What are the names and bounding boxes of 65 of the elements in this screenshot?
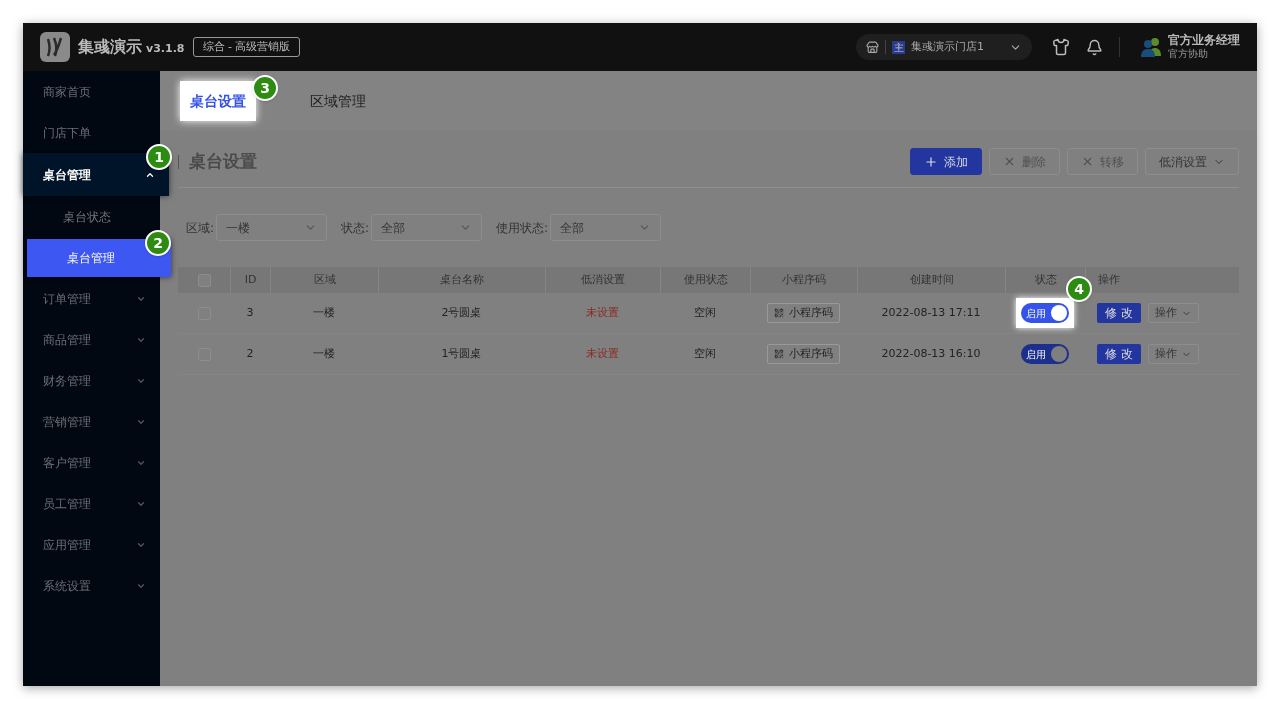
store-name: 集彧演示门店1: [911, 38, 985, 55]
sidebar-item[interactable]: 商品管理: [23, 319, 160, 360]
version-label: v3.1.8: [146, 40, 185, 57]
edit-button[interactable]: 修 改: [1097, 303, 1141, 323]
sidebar-item[interactable]: 营销管理: [23, 401, 160, 442]
table-cell-text: 2022-08-13 16:10: [880, 345, 982, 362]
table-cell-text: 空闲: [693, 304, 717, 321]
tab[interactable]: 桌台设置: [180, 81, 256, 121]
table-cell-text: 一楼: [312, 304, 336, 321]
edit-button[interactable]: 修 改: [1097, 344, 1141, 364]
store-selector[interactable]: 主 集彧演示门店1: [856, 34, 1032, 60]
table-cell-text: 2: [245, 345, 255, 362]
qr-code-icon: [774, 308, 784, 318]
tab[interactable]: 区域管理: [300, 81, 376, 121]
sidebar-item[interactable]: 应用管理: [23, 524, 160, 565]
filter-select[interactable]: 全部: [371, 214, 483, 241]
filter-label: 状态:: [341, 219, 370, 237]
sidebar-item[interactable]: 商家首页: [23, 71, 160, 112]
table-cell-text: 1号圆桌: [440, 345, 483, 362]
actions-dropdown[interactable]: 操作: [1147, 344, 1199, 364]
sidebar-item[interactable]: 客户管理: [23, 442, 160, 483]
table-cell-text: 3: [245, 304, 255, 321]
table-cell-text: 未设置: [585, 304, 620, 321]
table-cell-text: 未设置: [585, 345, 620, 362]
close-icon: [1081, 155, 1094, 168]
logo-icon: [40, 32, 70, 62]
close-icon: [1003, 155, 1016, 168]
sidebar-item[interactable]: 员工管理: [23, 483, 160, 524]
table-cell-text: 2号圆桌: [440, 304, 483, 321]
column-header: 使用状态: [660, 267, 750, 293]
sidebar-item[interactable]: 财务管理: [23, 360, 160, 401]
dropdown-button[interactable]: 低消设置: [1145, 148, 1239, 175]
column-header: 创建时间: [857, 267, 1005, 293]
filter-label: 区域:: [186, 219, 215, 237]
column-header: ID: [230, 267, 270, 293]
column-header: 低消设置: [545, 267, 660, 293]
qr-code-button[interactable]: 小程序码: [767, 303, 840, 323]
column-header: 区域: [270, 267, 378, 293]
bell-icon[interactable]: [1086, 38, 1103, 56]
qr-code-button[interactable]: 小程序码: [767, 344, 840, 364]
table-cell-text: 一楼: [312, 345, 336, 362]
actions-dropdown[interactable]: 操作: [1147, 303, 1199, 323]
filter-label: 使用状态:: [496, 219, 549, 237]
table-cell-text: 2022-08-13 17:11: [880, 304, 982, 321]
column-header: 桌台名称: [378, 267, 545, 293]
main-store-badge: 主: [892, 40, 905, 54]
plus-icon: [924, 154, 938, 169]
user-name[interactable]: 官方业务经理: [1168, 33, 1240, 49]
edition-badge: 综合 - 高级营销版: [192, 37, 301, 57]
status-toggle[interactable]: 启用: [1021, 344, 1069, 364]
shirt-icon[interactable]: [1052, 38, 1070, 56]
sidebar-item[interactable]: 系统设置: [23, 565, 160, 606]
table-cell-text: 空闲: [693, 345, 717, 362]
store-icon: [866, 40, 879, 54]
user-role: 官方协助: [1168, 48, 1209, 61]
step-badge: 3: [252, 75, 278, 101]
qr-code-icon: [774, 349, 784, 359]
filter-select[interactable]: 全部: [550, 214, 662, 241]
status-toggle[interactable]: 启用: [1021, 303, 1069, 323]
brand-name: 集彧演示: [78, 36, 142, 58]
sidebar-item[interactable]: 订单管理: [23, 278, 160, 319]
add-button[interactable]: 添加: [910, 148, 982, 175]
column-header: 小程序码: [750, 267, 857, 293]
filter-select[interactable]: 一楼: [216, 214, 328, 241]
users-icon: [1140, 37, 1162, 57]
